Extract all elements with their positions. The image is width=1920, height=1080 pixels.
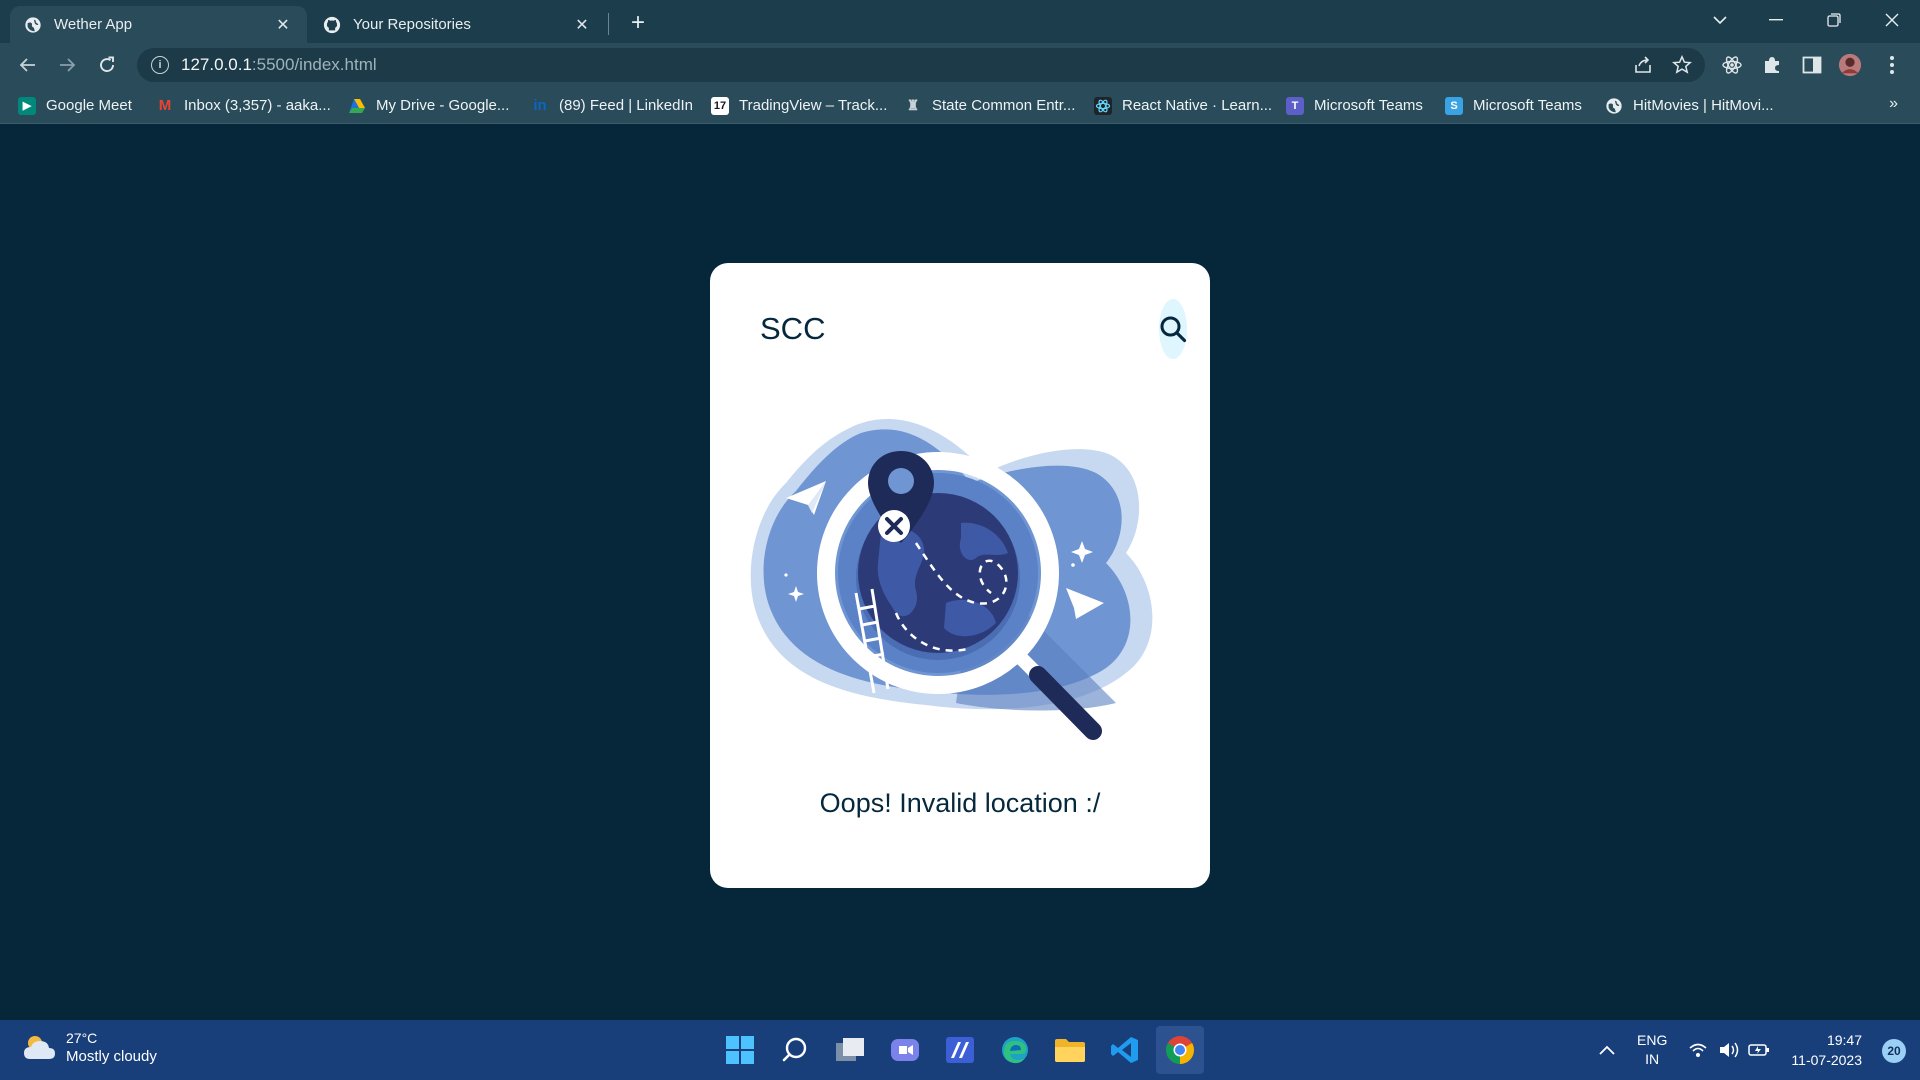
back-button[interactable] [14, 51, 42, 79]
google-drive-icon [348, 97, 366, 115]
globe-icon [25, 16, 41, 33]
more-menu-icon[interactable] [1880, 53, 1904, 77]
language-code: ENG [1637, 1032, 1668, 1048]
bookmark-label: Google Meet [46, 97, 132, 114]
weather-card: Oops! Invalid location :/ [710, 263, 1210, 888]
bookmark-label: Inbox (3,357) - aaka... [184, 97, 331, 114]
github-icon [323, 16, 341, 33]
side-panel-icon[interactable] [1800, 53, 1824, 77]
url-path: :5500/index.html [251, 55, 377, 74]
search-box [746, 299, 1187, 359]
edge-icon[interactable] [991, 1026, 1039, 1074]
paint-icon[interactable] [936, 1026, 984, 1074]
bookmark-label: TradingView – Track... [739, 97, 888, 114]
chrome-icon[interactable] [1156, 1026, 1204, 1074]
clock-time: 19:47 [1826, 1032, 1862, 1048]
search-icon[interactable] [771, 1026, 819, 1074]
emblem-icon: ♜ [906, 97, 920, 113]
battery-icon[interactable] [1748, 1020, 1770, 1080]
google-meet-icon: ▶ [18, 96, 36, 115]
language-indicator[interactable]: ENG IN [1637, 1020, 1667, 1080]
search-icon [1160, 316, 1187, 343]
close-icon[interactable]: ✕ [273, 15, 293, 35]
extensions-puzzle-icon[interactable] [1760, 53, 1784, 77]
react-icon [1094, 96, 1112, 115]
bookmark-label: Microsoft Teams [1473, 97, 1582, 114]
bookmarks-bar: ▶ Google Meet M Inbox (3,357) - aaka... … [0, 87, 1920, 124]
notification-badge[interactable]: 20 [1882, 1039, 1906, 1063]
tab-title: Your Repositories [353, 16, 471, 33]
globe-icon [1606, 97, 1622, 114]
tab-your-repositories[interactable]: Your Repositories ✕ [309, 6, 606, 43]
tab-search-chevron-icon[interactable] [1692, 0, 1748, 40]
file-explorer-icon[interactable] [1046, 1026, 1094, 1074]
error-message: Oops! Invalid location :/ [819, 788, 1101, 818]
cloudy-weather-icon [24, 1035, 55, 1059]
bookmark-label: HitMovies | HitMovi... [1633, 97, 1774, 114]
bookmark-microsoft-teams[interactable]: T Microsoft Teams [1286, 87, 1423, 124]
bookmark-google-drive[interactable]: My Drive - Google... [348, 87, 509, 124]
more-bookmarks-button[interactable]: » [1889, 95, 1898, 113]
task-view-icon[interactable] [826, 1026, 874, 1074]
tab-title: Wether App [54, 16, 133, 33]
new-tab-button[interactable]: + [624, 9, 652, 37]
bookmark-linkedin[interactable]: in (89) Feed | LinkedIn [531, 87, 693, 124]
weather-temperature: 27°C [66, 1030, 98, 1046]
bookmark-label: (89) Feed | LinkedIn [559, 97, 693, 114]
wifi-icon[interactable] [1688, 1020, 1708, 1080]
bookmark-label: React Native · Learn... [1122, 97, 1273, 114]
react-devtools-icon[interactable] [1720, 53, 1744, 77]
windows-taskbar: 27°C Mostly cloudy ENG IN 19:47 11-07-20… [0, 1020, 1920, 1080]
linkedin-icon: in [533, 97, 547, 114]
bookmark-label: Microsoft Teams [1314, 97, 1423, 114]
weather-condition: Mostly cloudy [66, 1048, 157, 1065]
windows-start-icon[interactable] [716, 1026, 764, 1074]
forward-button[interactable] [53, 51, 81, 79]
bookmark-tradingview[interactable]: 17 TradingView – Track... [711, 87, 887, 124]
reload-button[interactable] [93, 51, 121, 79]
teams-s-icon: S [1445, 96, 1463, 115]
gmail-icon: M [158, 97, 172, 114]
bookmark-gmail[interactable]: M Inbox (3,357) - aaka... [156, 87, 331, 124]
volume-icon[interactable] [1718, 1020, 1740, 1080]
region-code: IN [1645, 1051, 1660, 1067]
invalid-location-illustration [750, 418, 1153, 740]
tab-separator [608, 13, 609, 35]
bookmark-label: My Drive - Google... [376, 97, 510, 114]
restore-button[interactable] [1806, 0, 1862, 40]
tab-weather-app[interactable]: Wether App ✕ [10, 6, 307, 43]
teams-icon: T [1286, 96, 1304, 115]
system-clock[interactable]: 19:47 11-07-2023 [1791, 1030, 1862, 1070]
browser-toolbar: i 127.0.0.1:5500/index.html [0, 43, 1920, 87]
profile-avatar[interactable] [1838, 53, 1862, 77]
browser-titlebar: Wether App ✕ Your Repositories ✕ + [0, 0, 1920, 43]
weather-widget[interactable]: 27°C Mostly cloudy [22, 1030, 157, 1065]
bookmark-hitmovies[interactable]: HitMovies | HitMovi... [1605, 87, 1774, 124]
vscode-icon[interactable] [1101, 1026, 1149, 1074]
teams-chat-icon[interactable] [881, 1026, 929, 1074]
clock-date: 11-07-2023 [1791, 1052, 1862, 1068]
close-icon[interactable]: ✕ [572, 15, 592, 35]
tradingview-icon: 17 [711, 96, 729, 115]
url-host: 127.0.0.1 [181, 55, 252, 74]
share-icon[interactable] [1631, 53, 1655, 77]
bookmark-state-common-entrance[interactable]: ♜ State Common Entr... [904, 87, 1076, 124]
site-info-icon[interactable]: i [151, 56, 169, 74]
minimize-button[interactable] [1748, 0, 1804, 40]
bookmark-microsoft-teams-2[interactable]: S Microsoft Teams [1445, 87, 1582, 124]
search-button[interactable] [1159, 299, 1187, 359]
bookmark-star-icon[interactable] [1670, 53, 1694, 77]
close-window-button[interactable] [1864, 0, 1920, 40]
bookmark-google-meet[interactable]: ▶ Google Meet [18, 87, 132, 124]
address-bar[interactable]: i 127.0.0.1:5500/index.html [137, 48, 1705, 82]
tray-overflow-chevron-icon[interactable] [1598, 1020, 1616, 1080]
location-search-input[interactable] [760, 311, 1159, 347]
bookmark-react-native[interactable]: React Native · Learn... [1094, 87, 1272, 124]
bookmark-label: State Common Entr... [932, 97, 1076, 114]
